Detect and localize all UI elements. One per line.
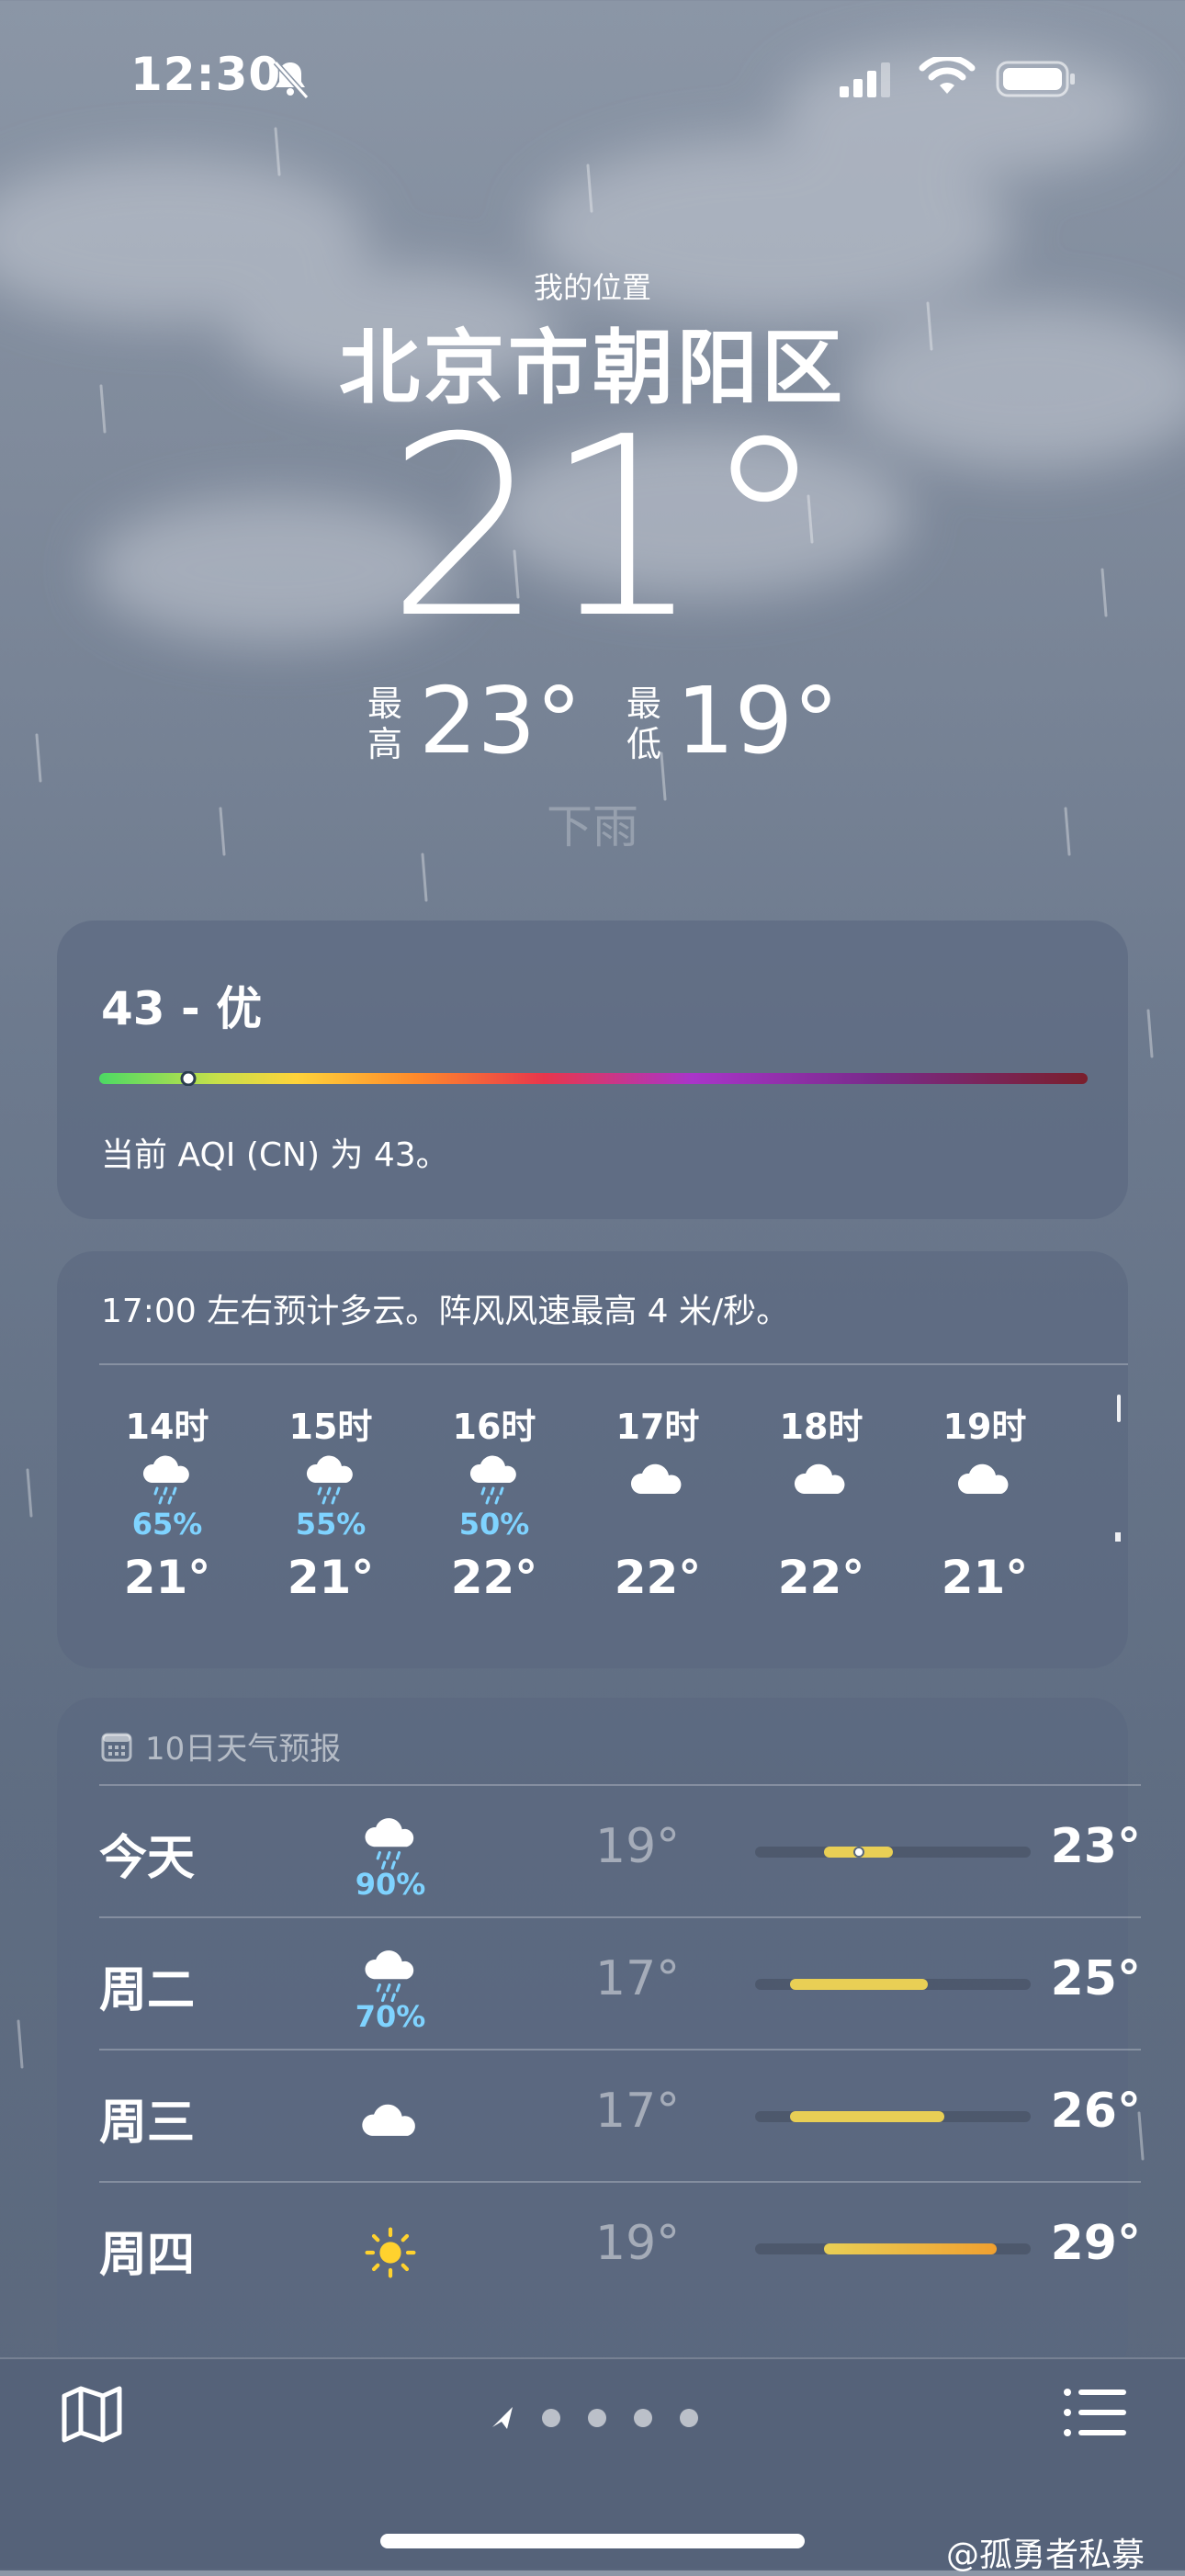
- temp-range-fill: [789, 1979, 928, 1990]
- hour-time: 15时: [288, 1407, 373, 1447]
- hour-temperature: 22°: [450, 1551, 538, 1604]
- cloud-icon: [362, 2104, 415, 2136]
- hourly-summary: 17:00 左右预计多云。阵风风速最高 4 米/秒。: [101, 1293, 790, 1330]
- hour-precipitation: 65%: [131, 1507, 203, 1542]
- location-label: 我的位置: [533, 270, 651, 305]
- day-name: 周四: [99, 2228, 196, 2283]
- hour-precipitation: [930, 1507, 1040, 1545]
- hour-col-partial: [1113, 1395, 1128, 1542]
- low-temperature: 19°: [676, 667, 840, 774]
- temp-range-fill: [789, 2111, 945, 2122]
- hour-precipitation: [603, 1507, 713, 1545]
- day-name: 周三: [99, 2096, 196, 2151]
- ten-day-title: 10日天气预报: [145, 1731, 342, 1768]
- hour-time: 17时: [615, 1407, 700, 1447]
- day-row[interactable]: 今天 90% 19° 23°: [99, 1784, 1141, 1918]
- list-icon[interactable]: [1062, 2387, 1128, 2438]
- low-label: 最低: [626, 684, 661, 764]
- hour-temperature: 22°: [614, 1551, 702, 1604]
- day-row[interactable]: 周三 17° 26°: [99, 2049, 1141, 2183]
- wifi-icon: [919, 57, 976, 94]
- cloud-rain-icon: [306, 1455, 353, 1505]
- cloud-icon: [630, 1463, 682, 1494]
- day-low-temp: 17°: [595, 2084, 681, 2139]
- hour-time: 18时: [779, 1407, 863, 1447]
- temp-range-fill: [824, 2243, 997, 2254]
- hour-precipitation: 50%: [458, 1507, 530, 1542]
- cloud-rain-icon: [365, 1950, 414, 2003]
- day-high-temp: 23°: [1050, 1819, 1141, 1874]
- current-condition: 下雨: [547, 800, 638, 853]
- cloud-rain-icon: [365, 1818, 414, 1870]
- aqi-scale-bar: [99, 1071, 1088, 1086]
- day-high-temp: 25°: [1050, 1951, 1141, 2006]
- divider: [99, 1363, 1128, 1365]
- day-precipitation: 90%: [355, 1867, 426, 1902]
- map-icon[interactable]: [59, 2383, 125, 2444]
- day-low-temp: 19°: [595, 2216, 681, 2271]
- battery-icon: [996, 61, 1075, 97]
- hour-time: 16时: [452, 1407, 536, 1447]
- location-arrow-icon: [492, 2407, 513, 2429]
- page-dot: [680, 2409, 698, 2427]
- current-temperature: 21°: [386, 383, 827, 672]
- high-temperature: 23°: [419, 667, 582, 774]
- ten-day-forecast-card[interactable]: 10日天气预报 今天 90% 19° 23° 周二 70% 17° 25° 周三 17° 26° 周四…: [57, 1698, 1141, 2378]
- hour-precipitation: 55%: [295, 1507, 367, 1542]
- hour-time: 14时: [125, 1407, 209, 1447]
- hour-temperature: 22°: [777, 1551, 865, 1604]
- temp-range-track: [755, 1979, 1031, 1990]
- day-precipitation: 70%: [355, 1999, 426, 2034]
- aqi-level-indicator: [180, 1071, 197, 1086]
- aqi-description: 当前 AQI (CN) 为 43。: [101, 1136, 449, 1174]
- high-label: 最高: [367, 684, 402, 764]
- hour-item: 17时 22°: [603, 1398, 713, 1604]
- cellular-signal-icon: [840, 62, 890, 97]
- day-row[interactable]: 周二 70% 17° 25°: [99, 1916, 1141, 2051]
- temp-range-track: [755, 2111, 1031, 2122]
- hour-item: 14时 65% 21°: [112, 1398, 222, 1604]
- day-low-temp: 19°: [595, 1819, 681, 1874]
- status-bar: 12:30: [0, 0, 1185, 156]
- cloud-icon: [794, 1463, 845, 1494]
- watermark: @孤勇者私募: [946, 2536, 1146, 2574]
- hour-temperature: 21°: [941, 1551, 1029, 1604]
- day-high-temp: 26°: [1050, 2084, 1141, 2139]
- cloud-rain-icon: [142, 1455, 189, 1505]
- cloud-icon: [957, 1463, 1009, 1494]
- page-dot: [634, 2409, 652, 2427]
- cloud-rain-icon: [469, 1455, 516, 1505]
- temp-range-track: [755, 2243, 1031, 2254]
- day-name: 今天: [99, 1831, 196, 1886]
- hour-temperature: 21°: [123, 1551, 211, 1604]
- day-row[interactable]: 周四 19° 29°: [99, 2181, 1141, 2315]
- hour-time: 19时: [942, 1407, 1027, 1447]
- current-temp-dot: [852, 1847, 864, 1858]
- day-low-temp: 17°: [595, 1951, 681, 2006]
- calendar-icon: [101, 1733, 132, 1762]
- day-name: 周二: [99, 1963, 196, 2018]
- day-high-temp: 29°: [1050, 2216, 1141, 2271]
- page-dot: [542, 2409, 560, 2427]
- aqi-value: 43 - 优: [101, 982, 263, 1035]
- page-dot: [588, 2409, 606, 2427]
- temp-range-track: [755, 1847, 1031, 1858]
- page-indicator[interactable]: [485, 2400, 705, 2436]
- home-indicator[interactable]: [380, 2534, 805, 2548]
- sun-icon: [365, 2227, 416, 2278]
- hour-item: 19时 21°: [930, 1398, 1040, 1604]
- hour-precipitation: [766, 1507, 876, 1545]
- bell-slash-icon: [273, 60, 310, 100]
- hour-item: 15时 55% 21°: [276, 1398, 386, 1604]
- hour-item: 18时 22°: [766, 1398, 876, 1604]
- hour-item: 16时 50% 22°: [439, 1398, 549, 1604]
- status-time: 12:30: [130, 48, 282, 101]
- high-low-temperatures: 最高 23° 最低 19°: [0, 671, 1185, 781]
- hour-temperature: 21°: [287, 1551, 375, 1604]
- air-quality-card[interactable]: 43 - 优 当前 AQI (CN) 为 43。: [57, 921, 1128, 1219]
- hourly-forecast-card[interactable]: 17:00 左右预计多云。阵风风速最高 4 米/秒。 14时 65% 21° 15时 5…: [57, 1251, 1128, 1668]
